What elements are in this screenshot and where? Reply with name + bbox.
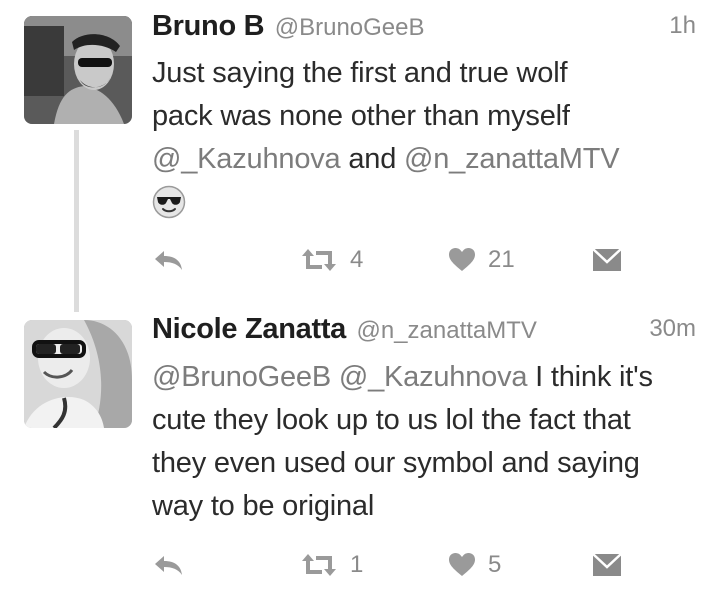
tweet-actions: 1 5: [152, 545, 632, 585]
tweet-text-line: Just saying the first and true wolf: [152, 57, 568, 89]
direct-message-icon: [592, 248, 622, 271]
heart-icon: [449, 553, 475, 576]
direct-message-button[interactable]: [592, 545, 622, 585]
mention-link[interactable]: @n_zanattaMTV: [404, 143, 620, 175]
tweet-nicole[interactable]: Nicole Zanatta @n_zanattaMTV 30m @BrunoG…: [0, 300, 720, 596]
retweet-icon: [302, 554, 336, 576]
tweet-text-line: way to be original: [152, 490, 375, 522]
avatar-nicole[interactable]: [24, 320, 132, 428]
mention-link[interactable]: @_Kazuhnova: [339, 361, 528, 393]
author-handle[interactable]: @BrunoGeeB: [275, 14, 425, 41]
avatar-bruno-image: [24, 16, 132, 124]
reply-icon: [155, 556, 182, 575]
like-button[interactable]: 5: [448, 545, 501, 585]
heart-icon: [449, 248, 475, 271]
tweet-text-connector: and: [340, 143, 404, 175]
tweet-text: Just saying the first and true wolf pack…: [152, 52, 700, 232]
retweet-count: 1: [350, 551, 364, 578]
tweet-timestamp[interactable]: 30m: [649, 315, 696, 343]
like-button[interactable]: 21: [448, 240, 515, 280]
direct-message-button[interactable]: [592, 240, 622, 280]
avatar-nicole-image: [24, 320, 132, 428]
author-name[interactable]: Nicole Zanatta: [152, 313, 346, 345]
tweet-text-line: pack was none other than myself: [152, 100, 570, 132]
tweet-text-line: they even used our symbol and saying: [152, 447, 640, 479]
reply-icon: [155, 251, 182, 270]
tweet-text: @BrunoGeeB @_Kazuhnova I think it's cute…: [152, 356, 700, 528]
avatar-bruno[interactable]: [24, 16, 132, 124]
reply-button[interactable]: [152, 240, 186, 280]
tweet-bruno[interactable]: Bruno B @BrunoGeeB 1h Just saying the fi…: [0, 0, 720, 312]
retweet-button[interactable]: 4: [300, 240, 363, 280]
like-count: 21: [488, 246, 515, 273]
tweet-actions: 4 21: [152, 240, 632, 280]
reply-button[interactable]: [152, 545, 186, 585]
tweet-text-line: cute they look up to us lol the fact tha…: [152, 404, 631, 436]
tweet-header: Bruno B @BrunoGeeB 1h: [152, 10, 696, 46]
retweet-icon: [302, 249, 336, 271]
thread-connector: [74, 130, 79, 312]
author-handle[interactable]: @n_zanattaMTV: [356, 317, 536, 344]
sunglasses-emoji-icon: [152, 185, 186, 219]
retweet-count: 4: [350, 246, 364, 273]
mention-link[interactable]: @_Kazuhnova: [152, 143, 341, 175]
retweet-button[interactable]: 1: [300, 545, 363, 585]
tweet-header: Nicole Zanatta @n_zanattaMTV 30m: [152, 313, 696, 349]
mention-link[interactable]: @BrunoGeeB: [152, 361, 331, 393]
like-count: 5: [488, 551, 502, 578]
author-name[interactable]: Bruno B: [152, 10, 265, 42]
tweet-text-line: I think it's: [527, 361, 653, 393]
direct-message-icon: [592, 553, 622, 576]
tweet-timestamp[interactable]: 1h: [669, 12, 696, 40]
